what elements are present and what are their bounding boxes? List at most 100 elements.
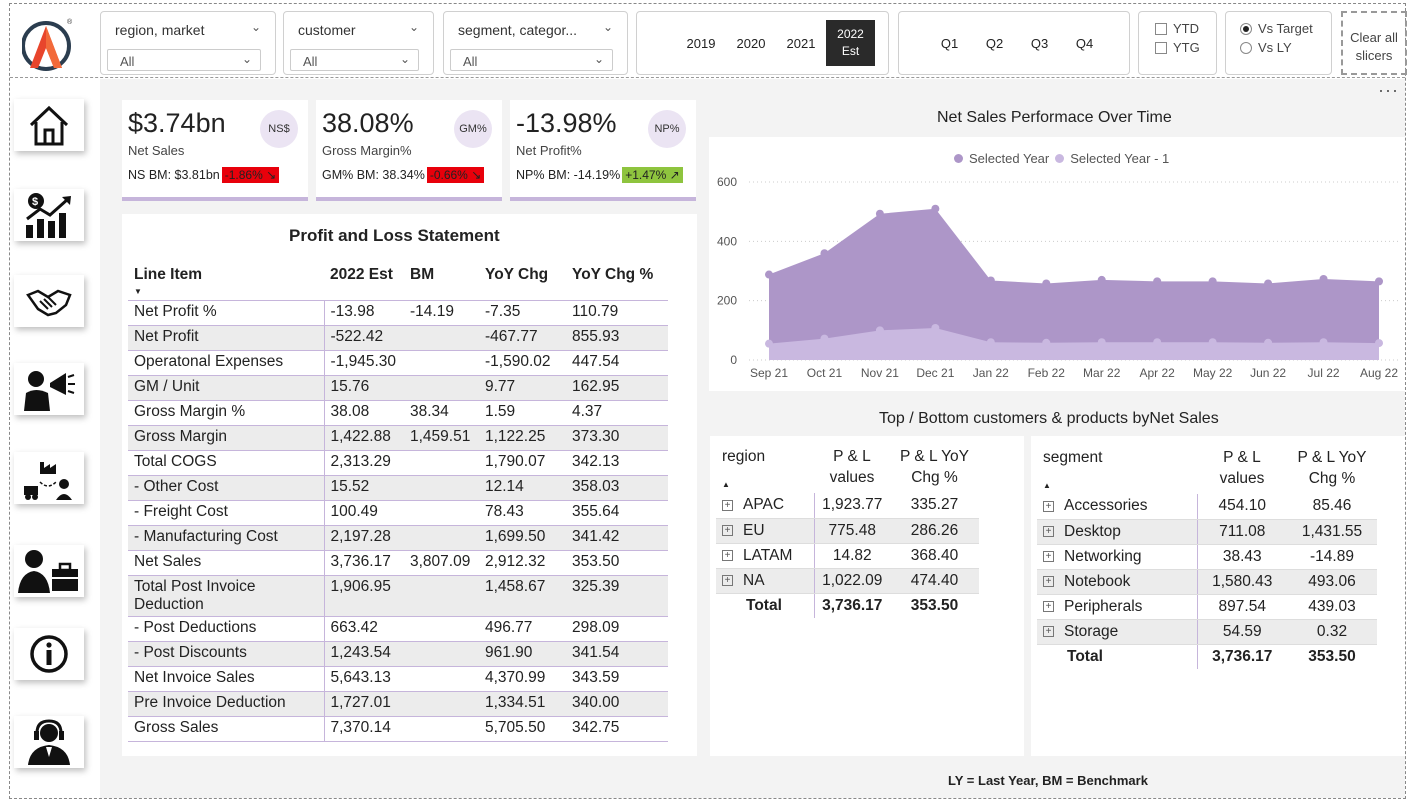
data-point[interactable] xyxy=(1153,277,1162,286)
expand-icon[interactable]: + xyxy=(722,549,733,561)
quarter-option[interactable]: Q1 xyxy=(927,36,972,51)
region-header[interactable]: region ▲ xyxy=(716,442,814,493)
table-row[interactable]: Net Profit % -13.98 -14.19 -7.35 110.79 xyxy=(128,300,668,326)
data-point[interactable] xyxy=(1208,277,1217,286)
pl-header[interactable]: 2022 Est xyxy=(324,262,404,301)
quarter-option[interactable]: Q4 xyxy=(1062,36,1107,51)
segment-header[interactable]: P & L YoY Chg % xyxy=(1287,443,1377,494)
data-point[interactable] xyxy=(1153,338,1162,347)
table-row[interactable]: + Storage 54.59 0.32 xyxy=(1037,619,1377,645)
expand-icon[interactable]: + xyxy=(722,524,733,536)
data-point[interactable] xyxy=(1319,338,1328,347)
table-row[interactable]: - Freight Cost 100.49 78.43 355.64 xyxy=(128,500,668,526)
expand-icon[interactable]: + xyxy=(1043,525,1054,537)
data-point[interactable] xyxy=(1208,338,1217,347)
data-point[interactable] xyxy=(986,276,995,285)
table-row[interactable]: Total Post Invoice Deduction 1,906.95 1,45… xyxy=(128,575,668,617)
year-option[interactable]: 2019 xyxy=(676,36,726,51)
expand-icon[interactable]: + xyxy=(1043,600,1054,612)
table-row[interactable]: + Desktop 711.08 1,431.55 xyxy=(1037,519,1377,545)
table-row[interactable]: - Manufacturing Cost 2,197.28 1,699.50 341.… xyxy=(128,525,668,551)
table-row[interactable]: Gross Margin % 38.08 38.34 1.59 4.37 xyxy=(128,400,668,426)
more-options-icon[interactable]: ··· xyxy=(1378,80,1399,101)
pl-header[interactable]: YoY Chg % xyxy=(566,262,668,301)
chevron-down-icon[interactable]: ⌄ xyxy=(251,20,261,34)
table-row[interactable]: + Notebook 1,580.43 493.06 xyxy=(1037,569,1377,595)
chevron-down-icon[interactable]: ⌄ xyxy=(409,20,419,34)
nav-executive[interactable] xyxy=(14,545,84,597)
ytd-checkbox[interactable]: YTD xyxy=(1155,21,1199,36)
data-point[interactable] xyxy=(1097,275,1106,284)
table-row[interactable]: + EU 775.48 286.26 xyxy=(716,518,979,544)
pl-header-line-item[interactable]: Line Item ▼ xyxy=(128,262,324,301)
slicer-dropdown[interactable]: All ⌄ xyxy=(290,49,419,71)
data-point[interactable] xyxy=(986,338,995,347)
table-row[interactable]: - Other Cost 15.52 12.14 358.03 xyxy=(128,475,668,501)
data-point[interactable] xyxy=(820,249,829,258)
table-row[interactable]: + NA 1,022.09 474.40 xyxy=(716,568,979,594)
pl-header[interactable]: YoY Chg xyxy=(479,262,566,301)
data-point[interactable] xyxy=(931,323,940,332)
data-point[interactable] xyxy=(1264,279,1273,288)
vs-ly-radio[interactable]: Vs LY xyxy=(1240,40,1292,55)
table-row[interactable]: Operatonal Expenses -1,945.30 -1,590.02 447… xyxy=(128,350,668,376)
data-point[interactable] xyxy=(1264,338,1273,347)
nav-supply-chain[interactable] xyxy=(14,452,84,504)
quarter-option[interactable]: Q2 xyxy=(972,36,1017,51)
table-row[interactable]: + LATAM 14.82 368.40 xyxy=(716,543,979,569)
data-point[interactable] xyxy=(1375,339,1383,348)
table-row[interactable]: Net Profit -522.42 -467.77 855.93 xyxy=(128,325,668,351)
expand-icon[interactable]: + xyxy=(1043,550,1054,562)
year-option[interactable]: 2020 xyxy=(726,36,776,51)
table-row[interactable]: GM / Unit 15.76 9.77 162.95 xyxy=(128,375,668,401)
table-row[interactable]: - Post Deductions 663.42 496.77 298.09 xyxy=(128,616,668,642)
table-row[interactable]: Gross Margin 1,422.88 1,459.51 1,122.25 373.… xyxy=(128,425,668,451)
vs-target-radio[interactable]: Vs Target xyxy=(1240,21,1313,36)
year-option-selected[interactable]: 2022 Est xyxy=(826,20,875,66)
data-point[interactable] xyxy=(1042,279,1051,288)
region-header[interactable]: P & L values xyxy=(814,442,890,493)
table-row[interactable]: + APAC 1,923.77 335.27 xyxy=(716,493,979,519)
nav-finance[interactable]: $ xyxy=(14,189,84,241)
table-row[interactable]: Net Invoice Sales 5,643.13 4,370.99 343.59 xyxy=(128,666,668,692)
segment-category-slicer[interactable]: segment, categor... ⌄ All ⌄ xyxy=(443,11,628,75)
slicer-dropdown[interactable]: All ⌄ xyxy=(450,49,613,71)
data-point[interactable] xyxy=(820,334,829,343)
table-row[interactable]: + Accessories 454.10 85.46 xyxy=(1037,494,1377,520)
customer-slicer[interactable]: customer ⌄ All ⌄ xyxy=(283,11,434,75)
data-point[interactable] xyxy=(875,209,884,218)
net-sales-area-chart[interactable]: 0 200 400 600 Sep 21 Oct 21 Nov 21 Dec 21 Jan 22… xyxy=(709,170,1405,385)
data-point[interactable] xyxy=(1375,277,1383,286)
table-row[interactable]: Gross Sales 7,370.14 5,705.50 342.75 xyxy=(128,716,668,742)
expand-icon[interactable]: + xyxy=(722,574,733,586)
table-row[interactable]: + Peripherals 897.54 439.03 xyxy=(1037,594,1377,620)
segment-header[interactable]: P & L values xyxy=(1197,443,1287,494)
data-point[interactable] xyxy=(1097,338,1106,347)
table-row[interactable]: Net Sales 3,736.17 3,807.09 2,912.32 353.50 xyxy=(128,550,668,576)
year-option[interactable]: 2021 xyxy=(776,36,826,51)
table-row[interactable]: Total COGS 2,313.29 1,790.07 342.13 xyxy=(128,450,668,476)
clear-all-slicers-button[interactable]: Clear all slicers xyxy=(1341,11,1407,75)
expand-icon[interactable]: + xyxy=(722,499,733,511)
segment-header[interactable]: segment ▲ xyxy=(1037,443,1197,494)
expand-icon[interactable]: + xyxy=(1043,500,1054,512)
chevron-down-icon[interactable]: ⌄ xyxy=(603,20,613,34)
nav-info[interactable] xyxy=(14,628,84,680)
slicer-dropdown[interactable]: All ⌄ xyxy=(107,49,261,71)
ytg-checkbox[interactable]: YTG xyxy=(1155,40,1200,55)
table-row[interactable]: Pre Invoice Deduction 1,727.01 1,334.51 340… xyxy=(128,691,668,717)
nav-support[interactable] xyxy=(14,716,84,768)
expand-icon[interactable]: + xyxy=(1043,625,1054,637)
quarter-option[interactable]: Q3 xyxy=(1017,36,1062,51)
nav-marketing[interactable] xyxy=(14,363,84,415)
nav-home[interactable] xyxy=(14,99,84,151)
data-point[interactable] xyxy=(765,339,773,348)
nav-sales[interactable] xyxy=(14,275,84,327)
data-point[interactable] xyxy=(1042,338,1051,347)
expand-icon[interactable]: + xyxy=(1043,575,1054,587)
data-point[interactable] xyxy=(1319,275,1328,284)
region-header[interactable]: P & L YoY Chg % xyxy=(890,442,979,493)
table-row[interactable]: - Post Discounts 1,243.54 961.90 341.54 xyxy=(128,641,668,667)
pl-header[interactable]: BM xyxy=(404,262,479,301)
data-point[interactable] xyxy=(765,270,773,279)
